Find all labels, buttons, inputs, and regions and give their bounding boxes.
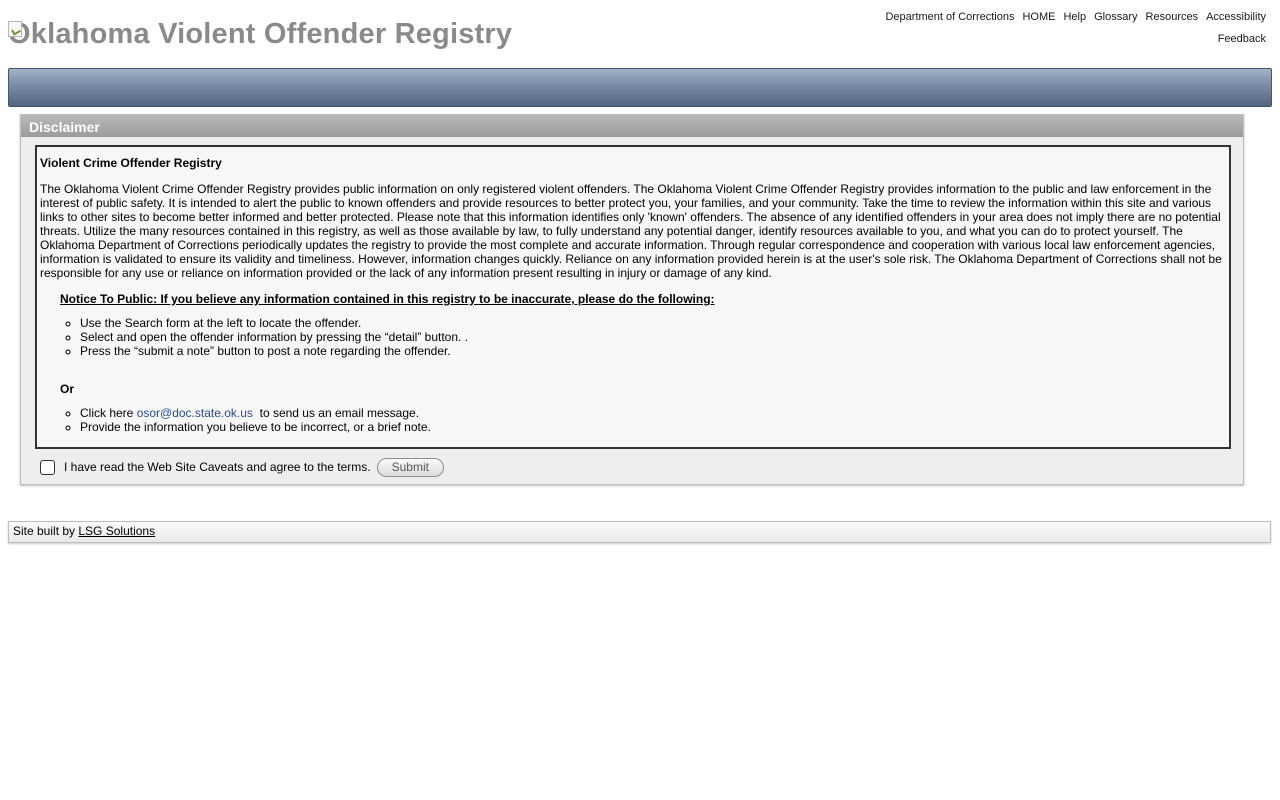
nav-link-accessibility[interactable]: Accessibility (1206, 11, 1266, 23)
nav-link-feedback[interactable]: Feedback (1218, 33, 1266, 45)
content-heading: Violent Crime Offender Registry (40, 156, 222, 170)
disclaimer-panel: Disclaimer Violent Crime Offender Regist… (20, 114, 1244, 485)
nav-link-glossary[interactable]: Glossary (1094, 11, 1137, 23)
contact-list: Click here osor@doc.state.ok.us to send … (60, 406, 1226, 434)
header-banner (8, 68, 1272, 107)
footer-prefix: Site built by (13, 524, 79, 538)
broken-image-icon (8, 21, 22, 37)
notice-section: Notice To Public: If you believe any inf… (40, 292, 1226, 434)
footer-link-lsg-solutions[interactable]: LSG Solutions (78, 524, 155, 538)
list-item: Provide the information you believe to b… (80, 420, 1226, 434)
list-item: Click here osor@doc.state.ok.us to send … (80, 406, 1226, 420)
list-item: Press the “submit a note” button to post… (80, 344, 1226, 358)
agree-row: I have read the Web Site Caveats and agr… (40, 456, 444, 478)
top-navigation: Department of Corrections HOME Help Glos… (885, 11, 1266, 23)
submit-button[interactable]: Submit (376, 457, 444, 477)
agree-label: I have read the Web Site Caveats and agr… (64, 460, 371, 474)
nav-link-help[interactable]: Help (1063, 11, 1086, 23)
list-item: Use the Search form at the left to locat… (80, 316, 1226, 330)
page-footer: Site built by LSG Solutions (8, 521, 1271, 543)
email-suffix: to send us an email message. (252, 406, 420, 420)
or-label: Or (60, 382, 75, 396)
list-item: Select and open the offender information… (80, 330, 1226, 344)
panel-title: Disclaimer (21, 115, 1243, 137)
nav-link-department-of-corrections[interactable]: Department of Corrections (885, 11, 1014, 23)
agree-checkbox[interactable] (40, 459, 55, 475)
email-prefix: Click here (80, 406, 137, 420)
page-header: Oklahoma Violent Offender Registry Depar… (0, 0, 1280, 68)
disclaimer-content: Violent Crime Offender Registry The Okla… (35, 145, 1231, 449)
disclaimer-paragraph: The Oklahoma Violent Crime Offender Regi… (40, 182, 1222, 280)
nav-link-resources[interactable]: Resources (1146, 11, 1199, 23)
steps-list: Use the Search form at the left to locat… (60, 316, 1226, 358)
notice-title: Notice To Public: If you believe any inf… (60, 292, 715, 306)
site-title: Oklahoma Violent Offender Registry (8, 18, 513, 50)
email-link[interactable]: osor@doc.state.ok.us (137, 406, 253, 420)
nav-link-home[interactable]: HOME (1022, 11, 1055, 23)
